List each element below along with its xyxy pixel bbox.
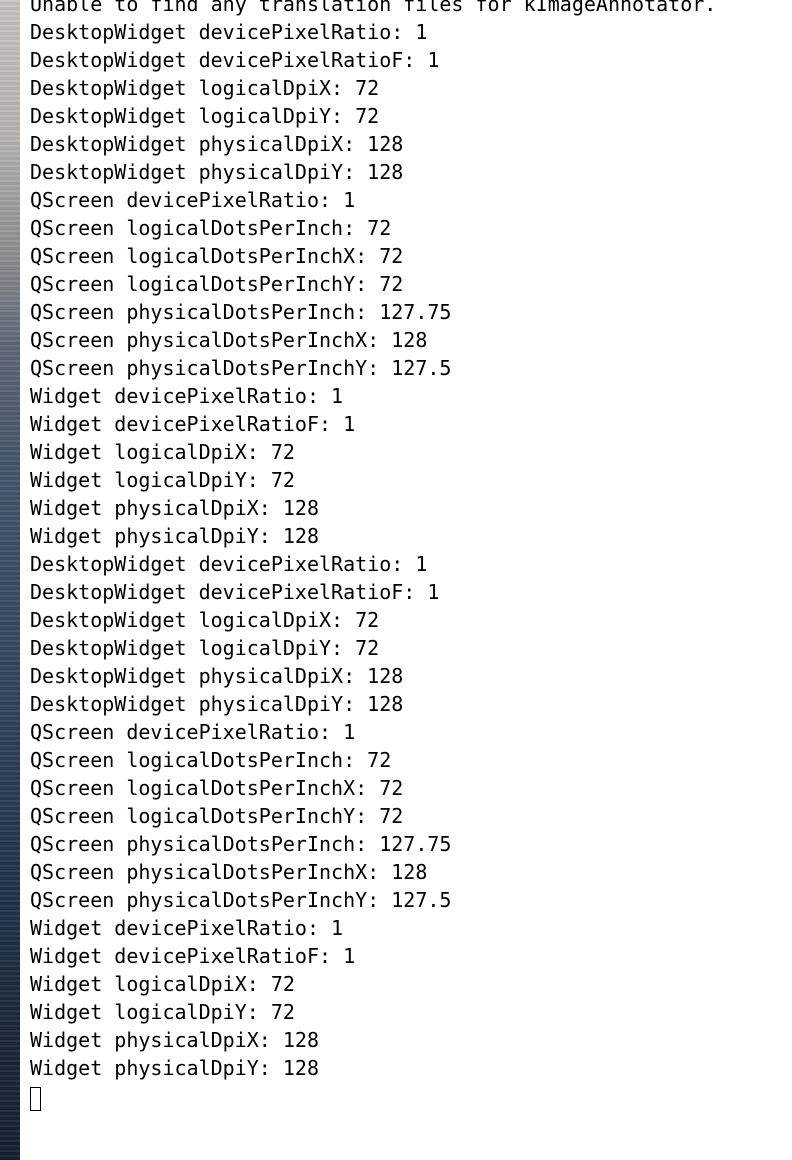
- terminal-line: DesktopWidget logicalDpiY: 72: [30, 636, 380, 660]
- terminal-line: DesktopWidget physicalDpiY: 128: [30, 692, 404, 716]
- terminal-line: Widget logicalDpiY: 72: [30, 468, 295, 492]
- terminal-line: Widget devicePixelRatio: 1: [30, 916, 344, 940]
- terminal-line: DesktopWidget devicePixelRatio: 1: [30, 552, 428, 576]
- terminal-line: QScreen logicalDotsPerInch: 72: [30, 216, 392, 240]
- terminal-line: DesktopWidget logicalDpiX: 72: [30, 76, 380, 100]
- terminal-line: DesktopWidget devicePixelRatio: 1: [30, 20, 428, 44]
- desktop-wallpaper: [0, 0, 20, 1160]
- terminal-line: Widget physicalDpiY: 128: [30, 1056, 319, 1080]
- terminal-line: QScreen physicalDotsPerInchY: 127.5: [30, 888, 452, 912]
- terminal-line: DesktopWidget devicePixelRatioF: 1: [30, 580, 440, 604]
- terminal-line: Widget devicePixelRatioF: 1: [30, 944, 356, 968]
- terminal-line: DesktopWidget devicePixelRatioF: 1: [30, 48, 440, 72]
- terminal-output: Unable to find any translation files for…: [30, 0, 717, 1111]
- terminal-line: DesktopWidget logicalDpiX: 72: [30, 608, 380, 632]
- terminal-line: Widget logicalDpiY: 72: [30, 1000, 295, 1024]
- terminal-line: QScreen devicePixelRatio: 1: [30, 188, 356, 212]
- terminal-line: QScreen logicalDotsPerInchX: 72: [30, 776, 404, 800]
- terminal-line: QScreen devicePixelRatio: 1: [30, 720, 356, 744]
- terminal-line: QScreen physicalDotsPerInch: 127.75: [30, 832, 452, 856]
- terminal-line: DesktopWidget physicalDpiX: 128: [30, 132, 404, 156]
- terminal-line: Widget logicalDpiX: 72: [30, 440, 295, 464]
- terminal-line: QScreen logicalDotsPerInchY: 72: [30, 272, 404, 296]
- terminal-line: QScreen logicalDotsPerInchY: 72: [30, 804, 404, 828]
- screen: Unable to find any translation files for…: [0, 0, 792, 1160]
- terminal-line: DesktopWidget logicalDpiY: 72: [30, 104, 380, 128]
- terminal-line: Widget devicePixelRatioF: 1: [30, 412, 356, 436]
- terminal-line: DesktopWidget physicalDpiY: 128: [30, 160, 404, 184]
- terminal-line: Widget physicalDpiY: 128: [30, 524, 319, 548]
- terminal-window[interactable]: Unable to find any translation files for…: [20, 0, 792, 1160]
- terminal-line: Widget devicePixelRatio: 1: [30, 384, 344, 408]
- terminal-line: DesktopWidget physicalDpiX: 128: [30, 664, 404, 688]
- terminal-line: QScreen physicalDotsPerInchX: 128: [30, 860, 428, 884]
- terminal-prompt-line[interactable]: [30, 1082, 716, 1111]
- terminal-line: Unable to find any translation files for…: [30, 0, 717, 16]
- terminal-line: Widget physicalDpiX: 128: [30, 1028, 319, 1052]
- terminal-line: Widget physicalDpiX: 128: [30, 496, 319, 520]
- terminal-line: QScreen physicalDotsPerInch: 127.75: [30, 300, 452, 324]
- terminal-line: QScreen physicalDotsPerInchX: 128: [30, 328, 428, 352]
- terminal-line: Widget logicalDpiX: 72: [30, 972, 295, 996]
- text-cursor: [30, 1086, 41, 1111]
- terminal-line: QScreen logicalDotsPerInchX: 72: [30, 244, 404, 268]
- terminal-line: QScreen physicalDotsPerInchY: 127.5: [30, 356, 452, 380]
- terminal-line: QScreen logicalDotsPerInch: 72: [30, 748, 392, 772]
